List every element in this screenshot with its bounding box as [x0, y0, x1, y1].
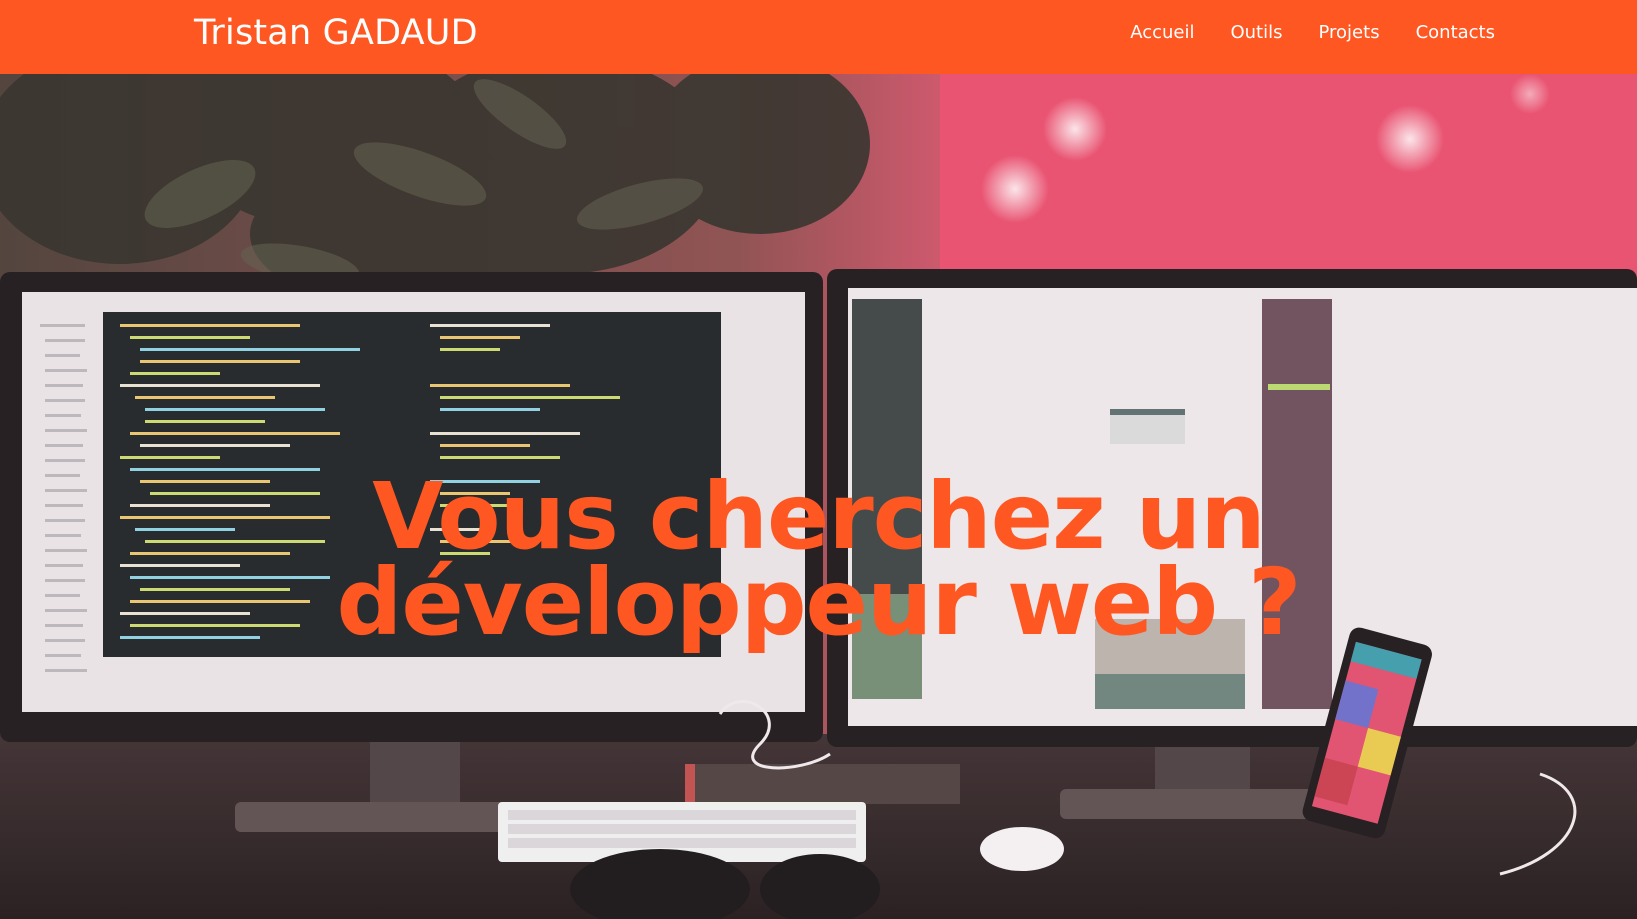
nav-link-contacts[interactable]: Contacts — [1416, 22, 1495, 43]
nav-link-outils[interactable]: Outils — [1230, 22, 1282, 43]
hero-title-line2: développeur web ? — [336, 549, 1301, 656]
hero-title: Vous cherchez un développeur web ? — [0, 471, 1637, 649]
nav-link-accueil[interactable]: Accueil — [1130, 22, 1194, 43]
nav-link-projets[interactable]: Projets — [1319, 22, 1380, 43]
page: Tristan GADAUD Accueil Outils Projets Co… — [0, 0, 1637, 919]
navbar: Tristan GADAUD Accueil Outils Projets Co… — [0, 0, 1637, 74]
hero-section: Vous cherchez un développeur web ? — [0, 74, 1637, 919]
brand-link[interactable]: Tristan GADAUD — [194, 13, 478, 53]
nav-links: Accueil Outils Projets Contacts — [1130, 22, 1495, 43]
